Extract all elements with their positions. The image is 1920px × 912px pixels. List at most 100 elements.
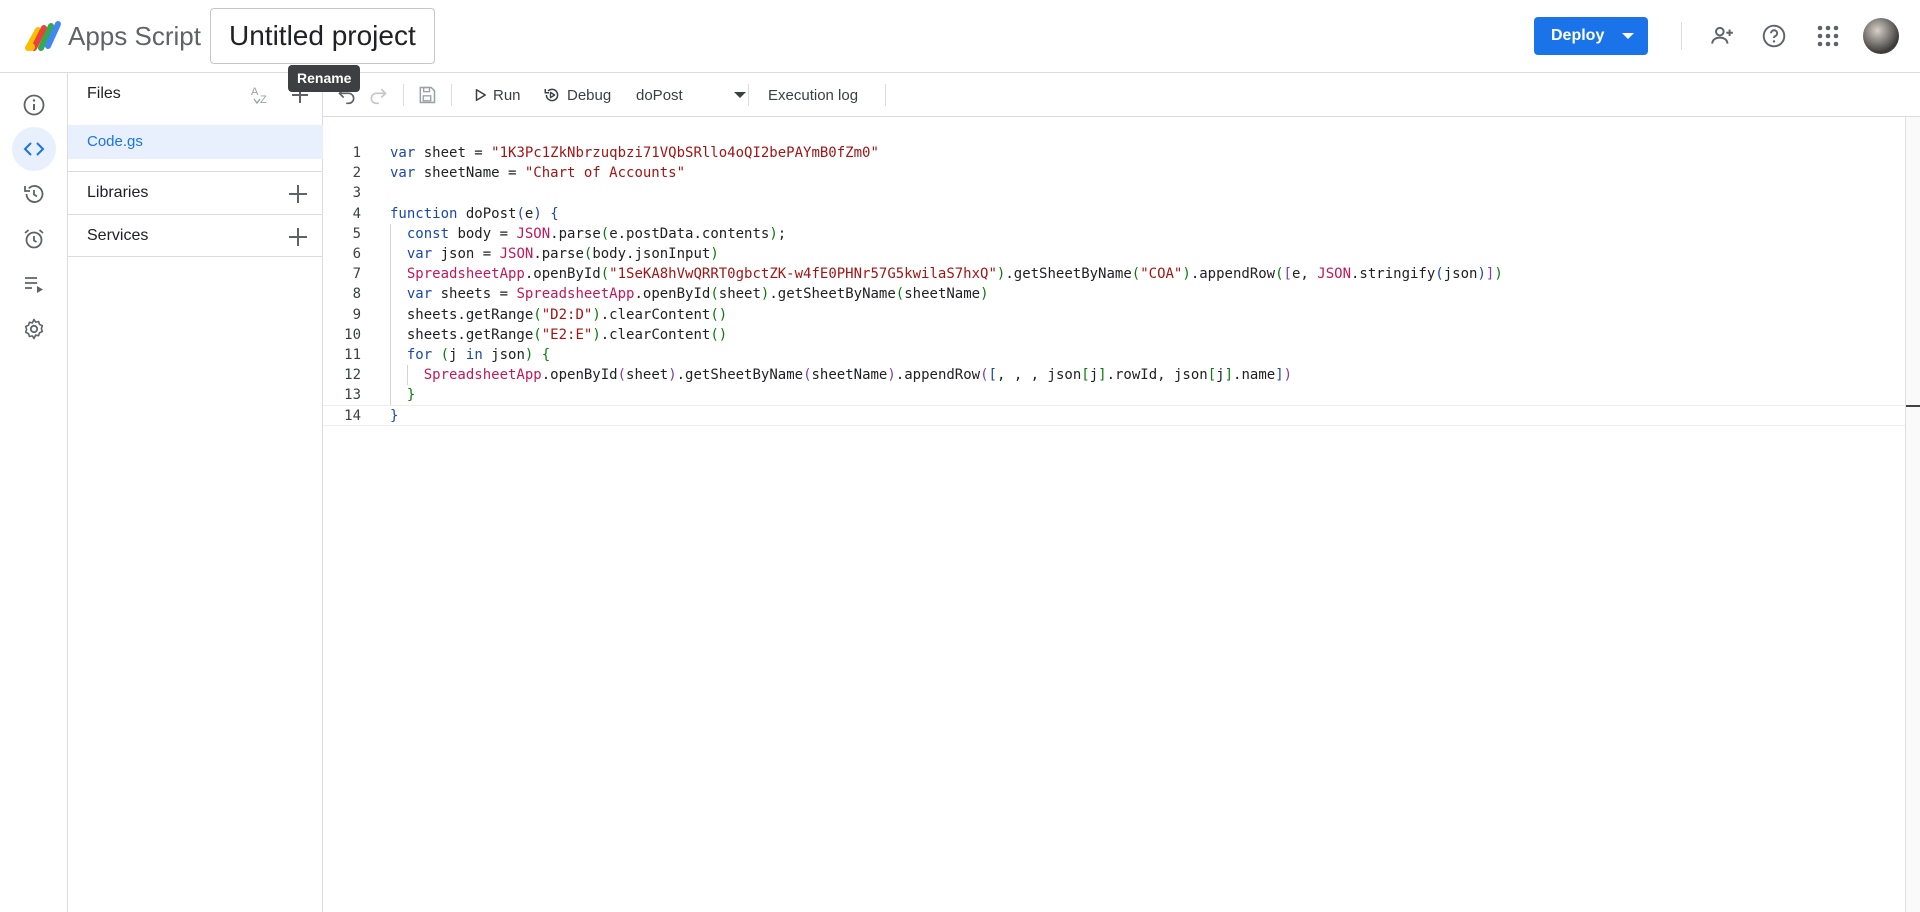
files-title: Files [87,85,121,102]
toolbar-divider [885,84,886,106]
files-header: Files A Z [68,73,323,115]
code-text[interactable]: const body = JSON.parse(e.postData.conte… [390,224,786,244]
scrollbar-cursor-marker [1906,405,1920,407]
rail-item-triggers[interactable] [12,217,56,261]
line-number: 7 [352,266,361,283]
apps-grid-icon[interactable] [1812,20,1844,52]
debug-button[interactable]: Debug [543,83,611,107]
help-icon[interactable] [1758,20,1790,52]
files-panel: Files A Z Code.gs Libraries Services [68,73,323,912]
rename-tooltip: Rename [288,65,361,92]
navigation-rail [0,73,68,912]
execution-log-label: Execution log [768,86,859,104]
line-number: 2 [352,165,361,182]
play-icon [475,88,487,102]
services-section[interactable]: Services [68,214,323,257]
libraries-section[interactable]: Libraries [68,171,323,214]
rail-item-overview[interactable] [12,83,56,127]
line-number: 5 [352,225,361,242]
chevron-down-icon [734,92,746,98]
deploy-button-label: Deploy [1551,27,1605,44]
svg-text:A: A [251,86,259,98]
code-text[interactable]: for (j in json) { [390,345,550,365]
line-number: 10 [344,326,361,343]
rail-item-executions[interactable] [12,172,56,216]
code-text[interactable]: var sheets = SpreadsheetApp.openById(she… [390,284,989,304]
libraries-label: Libraries [87,184,149,201]
code-line[interactable]: 12 SpreadsheetApp.openById(sheet).getShe… [323,365,1905,386]
info-icon [23,94,45,116]
execution-log-button[interactable]: Execution log [768,83,858,107]
toolbar-divider [403,84,404,106]
app-title: Apps Script [68,21,201,51]
services-label: Services [87,227,149,244]
debug-label: Debug [567,86,612,104]
add-library-icon[interactable] [286,182,310,206]
history-icon [24,185,44,203]
toolbar-divider [748,84,749,106]
code-line[interactable]: 10 sheets.getRange("E2:E").clearContent(… [323,324,1905,345]
rail-item-logs[interactable] [12,262,56,306]
line-number: 11 [344,346,361,363]
avatar[interactable] [1863,18,1899,54]
code-line[interactable]: 2 var sheetName = "Chart of Accounts" [323,163,1905,183]
code-line[interactable]: 11 for (j in json) { [323,344,1905,366]
code-line[interactable]: 6 var json = JSON.parse(body.jsonInput) [323,243,1905,265]
alarm-icon [24,229,44,249]
redo-icon[interactable] [366,83,390,107]
code-line[interactable]: 1 var sheet = "1K3Pc1ZkNbrzuqbzi71VQbSRll… [323,143,1905,163]
run-button[interactable]: Run [473,83,521,107]
editor-toolbar: Run Debug doPost Execution log [323,73,1920,117]
code-text[interactable]: var sheetName = "Chart of Accounts" [390,163,685,183]
rail-item-settings[interactable] [12,307,56,351]
toolbar-divider [451,84,452,106]
line-number: 14 [344,408,361,425]
deploy-button[interactable]: Deploy [1534,17,1648,55]
code-text[interactable]: var sheet = "1K3Pc1ZkNbrzuqbzi71VQbSRllo… [390,143,879,163]
line-number: 13 [344,387,361,404]
code-line[interactable]: 8 var sheets = SpreadsheetApp.openById(s… [323,284,1905,305]
svg-text:Z: Z [260,94,267,106]
editor-scrollbar[interactable] [1905,117,1920,912]
run-label: Run [493,86,521,104]
code-text[interactable]: sheets.getRange("D2:D").clearContent() [390,305,727,325]
file-item-code-gs[interactable]: Code.gs [68,125,323,159]
code-line[interactable]: 5 const body = JSON.parse(e.postData.con… [323,223,1905,244]
apps-script-logo[interactable] [24,20,62,52]
person-add-icon[interactable] [1706,20,1738,52]
header-divider [1681,22,1682,50]
line-number: 3 [352,185,361,202]
line-number: 9 [352,306,361,323]
code-lines[interactable]: 1 var sheet = "1K3Pc1ZkNbrzuqbzi71VQbSRll… [323,143,1905,426]
line-number: 8 [352,286,361,303]
save-icon[interactable] [415,83,439,107]
line-number: 4 [352,205,361,222]
code-line[interactable]: 14} [323,405,1905,426]
code-text[interactable]: function doPost(e) { [390,204,559,224]
code-text[interactable]: } [390,385,415,405]
code-line[interactable]: 13 } [323,385,1905,406]
code-text[interactable]: SpreadsheetApp.openById("1SeKA8hVwQRRT0g… [390,264,1503,284]
code-line[interactable]: 9 sheets.getRange("D2:D").clearContent() [323,304,1905,325]
code-editor[interactable]: 1 var sheet = "1K3Pc1ZkNbrzuqbzi71VQbSRll… [323,117,1905,912]
chevron-down-icon[interactable] [1622,33,1634,39]
code-text[interactable]: } [390,406,398,426]
function-select[interactable]: doPost [636,83,756,107]
file-name: Code.gs [87,133,143,150]
code-line[interactable]: 3 [323,183,1905,203]
rail-item-editor[interactable] [12,127,56,171]
code-line[interactable]: 7 SpreadsheetApp.openById("1SeKA8hVwQRRT… [323,264,1905,285]
sort-az-icon[interactable]: A Z [250,83,274,107]
add-service-icon[interactable] [286,225,310,249]
line-number: 1 [352,145,361,161]
project-title-field[interactable]: Untitled project [210,8,435,64]
line-number: 12 [344,367,361,384]
code-icon [23,142,45,156]
code-text[interactable]: SpreadsheetApp.openById(sheet).getSheetB… [390,365,1292,385]
code-line[interactable]: 4 function doPost(e) { [323,204,1905,224]
debug-icon [544,88,559,102]
code-text[interactable]: var json = JSON.parse(body.jsonInput) [390,244,719,264]
playlist-play-icon [25,277,43,293]
gear-icon [24,318,44,340]
code-text[interactable]: sheets.getRange("E2:E").clearContent() [390,325,727,345]
